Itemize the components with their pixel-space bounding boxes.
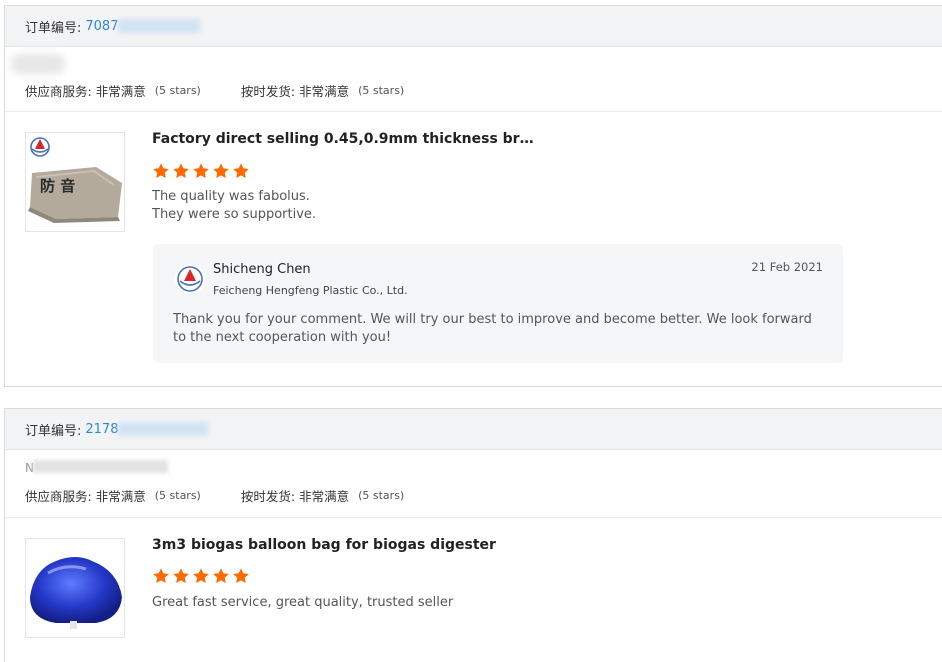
star-icon <box>193 568 209 584</box>
product-image-biogas-bag <box>26 539 124 637</box>
supplier-service-rating: 供应商服务: 非常满意 (5 stars) <box>25 486 201 505</box>
order-number-redaction <box>118 19 201 33</box>
product-thumbnail[interactable] <box>25 538 125 638</box>
order-number-label: 订单编号: <box>25 423 82 439</box>
order-card: 订单编号: 7087 供应商服务: 非常满意 (5 stars) 按时发货: 非… <box>4 5 942 387</box>
star-icon <box>233 163 249 179</box>
on-time-rating: 按时发货: 非常满意 (5 stars) <box>241 486 404 505</box>
product-rating-stars <box>152 567 250 585</box>
order-number-label: 订单编号: <box>25 20 82 36</box>
reply-author-name: Shicheng Chen <box>213 262 311 277</box>
star-icon <box>173 568 189 584</box>
order-number-link[interactable]: 2178 <box>85 422 118 437</box>
product-title[interactable]: Factory direct selling 0.45,0.9mm thickn… <box>152 131 534 147</box>
buyer-redaction <box>33 460 168 473</box>
supplier-service-rating: 供应商服务: 非常满意 (5 stars) <box>25 81 201 100</box>
star-icon <box>173 163 189 179</box>
on-time-stars: (5 stars) <box>358 84 405 97</box>
buyer-row: N <box>5 450 942 475</box>
order-number-redaction <box>118 422 209 436</box>
on-time-label: 按时发货: <box>240 84 296 99</box>
supplier-reply: Shicheng Chen Feicheng Hengfeng Plastic … <box>153 244 843 363</box>
review-comment-line: The quality was fabolus. <box>152 189 310 204</box>
order-card: 订单编号: 2178 N 供应商服务: 非常满意 (5 stars) 按时发货:… <box>4 408 942 662</box>
on-time-label: 按时发货: <box>240 488 296 504</box>
product-image-text: 防 音 <box>40 177 75 195</box>
reply-date: 21 Feb 2021 <box>751 260 823 274</box>
supplier-ratings: 供应商服务: 非常满意 (5 stars) 按时发货: 非常满意 (5 star… <box>5 473 942 518</box>
supplier-service-value: 非常满意 <box>95 488 146 504</box>
buyer-row <box>5 47 942 74</box>
supplier-service-value: 非常满意 <box>95 84 146 99</box>
order-number-link[interactable]: 7087 <box>85 19 118 34</box>
supplier-ratings: 供应商服务: 非常满意 (5 stars) 按时发货: 非常满意 (5 star… <box>5 70 942 112</box>
star-icon <box>213 568 229 584</box>
review-comment-line: They were so supportive. <box>152 207 317 222</box>
review-comment: The quality was fabolus. They were so su… <box>152 188 316 224</box>
review-comment: Great fast service, great quality, trust… <box>152 595 454 610</box>
on-time-stars: (5 stars) <box>358 488 405 502</box>
star-icon <box>213 163 229 179</box>
supplier-service-label: 供应商服务: <box>25 488 92 504</box>
supplier-avatar <box>175 264 205 294</box>
star-icon <box>153 163 169 179</box>
order-header: 订单编号: 7087 <box>5 6 942 47</box>
supplier-logo-icon <box>177 266 203 292</box>
product-image-soundproof-sheet: 防 音 <box>26 133 124 231</box>
product-review: 防 音 Factory direct selling 0.45,0.9mm th… <box>5 112 942 386</box>
reply-company[interactable]: Feicheng Hengfeng Plastic Co., Ltd. <box>213 284 408 297</box>
on-time-value: 非常满意 <box>299 84 350 99</box>
order-header: 订单编号: 2178 <box>5 409 942 450</box>
reply-text: Thank you for your comment. We will try … <box>173 312 812 345</box>
product-review: 3m3 biogas balloon bag for biogas digest… <box>5 518 942 662</box>
supplier-service-stars: (5 stars) <box>154 84 201 97</box>
star-icon <box>233 568 249 584</box>
product-title[interactable]: 3m3 biogas balloon bag for biogas digest… <box>152 537 496 553</box>
product-thumbnail[interactable]: 防 音 <box>25 132 125 232</box>
on-time-rating: 按时发货: 非常满意 (5 stars) <box>241 81 404 100</box>
supplier-service-stars: (5 stars) <box>154 488 201 502</box>
star-icon <box>153 568 169 584</box>
supplier-service-label: 供应商服务: <box>25 84 92 99</box>
buyer-redaction <box>11 54 65 74</box>
on-time-value: 非常满意 <box>299 488 350 504</box>
product-rating-stars <box>152 162 250 180</box>
star-icon <box>193 163 209 179</box>
